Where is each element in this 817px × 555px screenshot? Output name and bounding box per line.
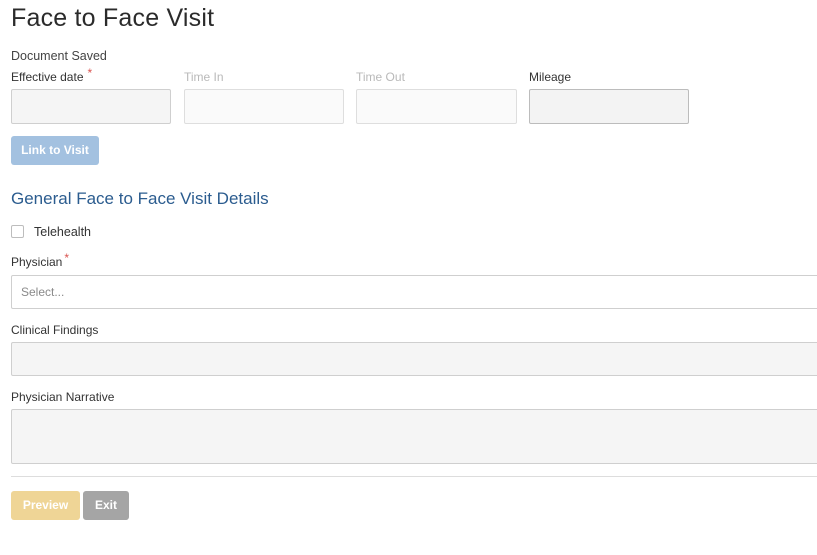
time-in-label: Time In bbox=[184, 70, 224, 84]
time-in-input[interactable] bbox=[184, 89, 344, 124]
footer-divider bbox=[11, 476, 817, 477]
effective-date-input[interactable] bbox=[11, 89, 171, 124]
effective-date-label-text: Effective date bbox=[11, 70, 84, 84]
clinical-findings-label: Clinical Findings bbox=[11, 323, 99, 337]
telehealth-label: Telehealth bbox=[34, 225, 91, 239]
preview-button[interactable]: Preview bbox=[11, 491, 80, 520]
physician-label: Physician * bbox=[11, 251, 69, 269]
effective-date-label: Effective date * bbox=[11, 66, 92, 84]
mileage-input[interactable] bbox=[529, 89, 689, 124]
required-marker: * bbox=[87, 66, 93, 80]
exit-button[interactable]: Exit bbox=[83, 491, 129, 520]
page-title: Face to Face Visit bbox=[11, 4, 215, 32]
time-out-input[interactable] bbox=[356, 89, 517, 124]
mileage-label: Mileage bbox=[529, 70, 572, 84]
physician-select[interactable]: Select... bbox=[11, 275, 817, 309]
section-title: General Face to Face Visit Details bbox=[11, 189, 269, 208]
document-status: Document Saved bbox=[11, 49, 107, 63]
physician-label-text: Physician bbox=[11, 255, 63, 269]
time-out-label: Time Out bbox=[356, 70, 405, 84]
required-marker: * bbox=[64, 251, 70, 265]
physician-narrative-label: Physician Narrative bbox=[11, 390, 115, 404]
physician-narrative-textarea[interactable] bbox=[11, 409, 817, 464]
face-to-face-visit-form: Face to Face Visit Document Saved Effect… bbox=[0, 0, 817, 555]
telehealth-checkbox[interactable] bbox=[11, 225, 24, 238]
clinical-findings-input[interactable] bbox=[11, 342, 817, 376]
physician-select-placeholder: Select... bbox=[21, 285, 65, 299]
link-to-visit-button[interactable]: Link to Visit bbox=[11, 136, 99, 165]
